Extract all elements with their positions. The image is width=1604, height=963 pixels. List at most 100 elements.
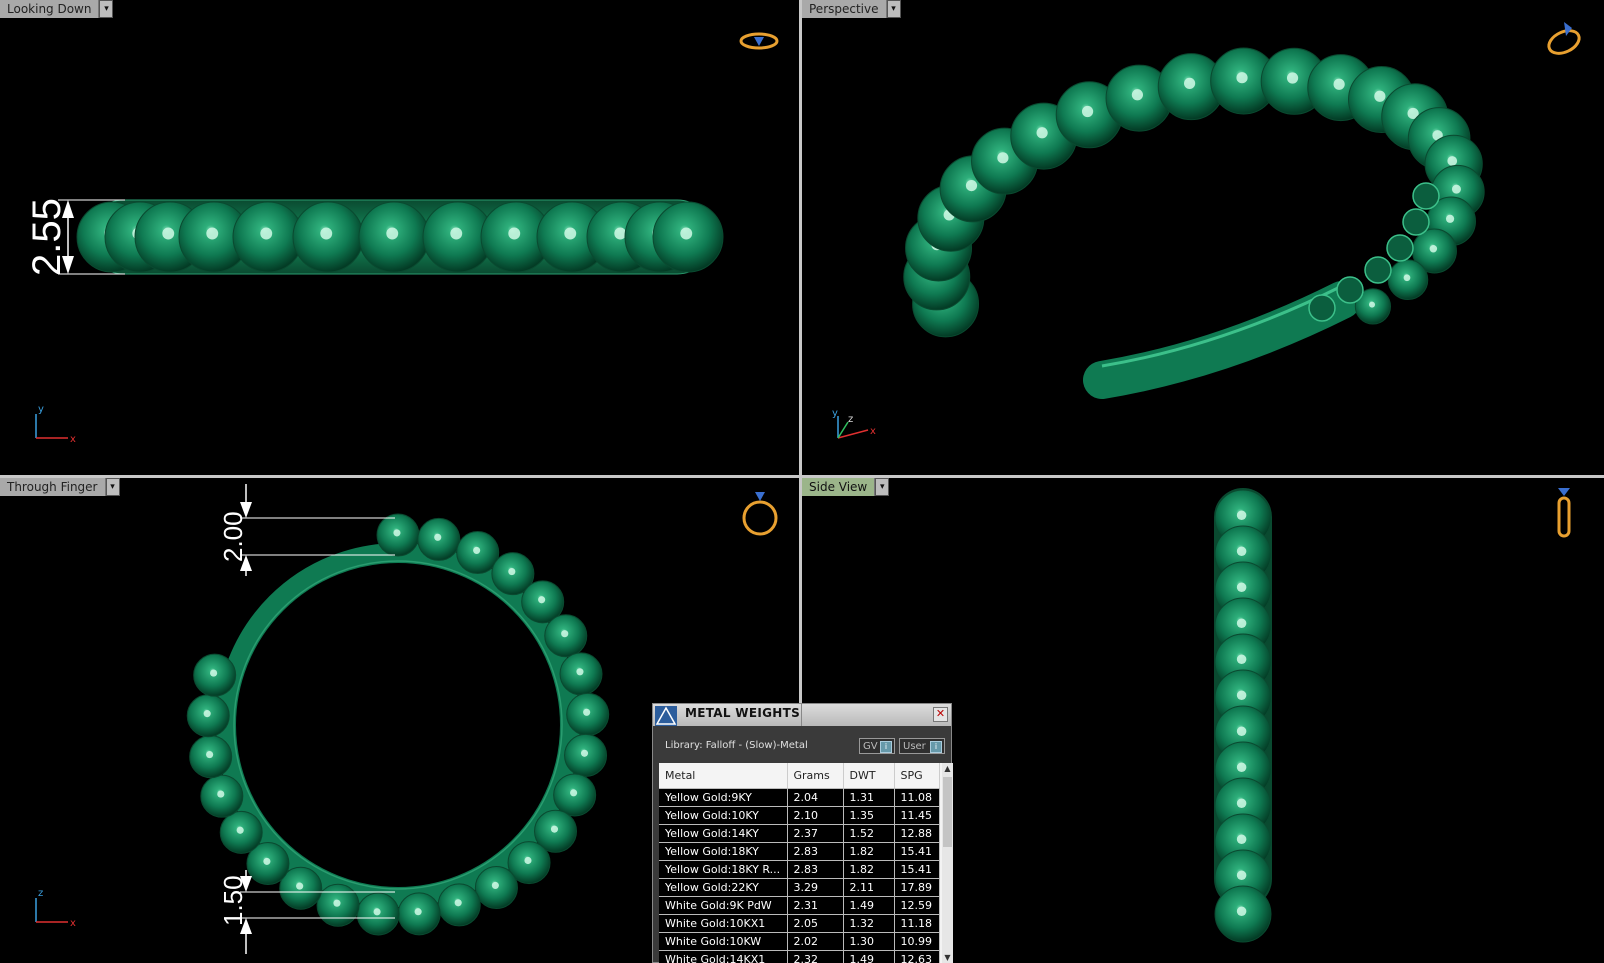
table-row[interactable]: White Gold:9K PdW 2.31 1.49 12.59 — [659, 896, 940, 915]
viewport-label-side-view[interactable]: Side View ▾ — [802, 478, 890, 496]
viewport-label-perspective[interactable]: Perspective ▾ — [802, 0, 901, 18]
scroll-thumb[interactable] — [943, 777, 952, 847]
table-cell: 2.02 — [787, 932, 844, 951]
dropdown-arrow-icon[interactable]: ▾ — [105, 478, 120, 496]
table-cell: 12.88 — [894, 824, 940, 843]
bead-highlight — [550, 825, 559, 833]
close-icon[interactable]: ✕ — [933, 707, 948, 722]
table-row[interactable]: Yellow Gold:18KY R... 2.83 1.82 15.41 — [659, 860, 940, 879]
table-row[interactable]: Yellow Gold:10KY 2.10 1.35 11.45 — [659, 806, 940, 825]
bead-highlight — [1081, 105, 1094, 118]
table-cell: White Gold:14KX1 — [659, 950, 788, 963]
bead-highlight — [570, 789, 578, 797]
table-cell: White Gold:10KW — [659, 932, 788, 951]
bead-highlight — [333, 899, 341, 907]
bead-highlight — [1451, 184, 1461, 194]
column-header[interactable]: Metal — [659, 763, 788, 789]
bead-highlight — [473, 546, 481, 554]
column-header[interactable]: SPG — [894, 763, 940, 789]
table-row[interactable]: Yellow Gold:9KY 2.04 1.31 11.08 — [659, 788, 940, 807]
table-row[interactable]: Yellow Gold:14KY 2.37 1.52 12.88 — [659, 824, 940, 843]
table-row[interactable]: White Gold:10KW 2.02 1.30 10.99 — [659, 932, 940, 951]
table-cell: 2.31 — [787, 896, 844, 915]
axis-gizmo: y x — [35, 404, 76, 444]
panel-titlebar[interactable]: METAL WEIGHTS ✕ — [653, 704, 951, 726]
bead-highlight — [1429, 244, 1438, 253]
setting-hole — [1336, 276, 1364, 304]
titlebar-separator — [801, 704, 802, 726]
table-row[interactable]: Yellow Gold:18KY 2.83 1.82 15.41 — [659, 842, 940, 861]
bead-ring — [903, 47, 1485, 338]
viewport-looking-down[interactable]: 2.55 Looking Down ▾ y x — [0, 0, 800, 475]
bead-highlight — [210, 669, 218, 677]
table-cell: 11.18 — [894, 914, 940, 933]
bead-highlight — [1183, 77, 1196, 89]
ring-orientation-icon[interactable] — [738, 488, 782, 540]
dimension-height: 2.55 — [25, 198, 69, 276]
table-cell: 10.99 — [894, 932, 940, 951]
bead-highlight — [1333, 78, 1345, 90]
user-button[interactable]: User i — [899, 738, 945, 754]
dropdown-arrow-icon[interactable]: ▾ — [99, 0, 114, 18]
table-row[interactable]: White Gold:10KX1 2.05 1.32 11.18 — [659, 914, 940, 933]
axis-gizmo: z x — [35, 888, 76, 928]
table-cell: 1.52 — [843, 824, 895, 843]
ring-orientation-icon[interactable] — [1542, 20, 1586, 56]
table-cell: 11.08 — [894, 788, 940, 807]
table-cell: 15.41 — [894, 860, 940, 879]
table-cell: 1.32 — [843, 914, 895, 933]
bead-highlight — [561, 630, 569, 638]
ring-orientation-icon[interactable] — [1550, 484, 1578, 540]
table-cell: Yellow Gold:18KY R... — [659, 860, 788, 879]
scroll-up-icon[interactable]: ▲ — [942, 763, 953, 774]
ring-orientation-icon[interactable] — [738, 28, 780, 54]
bead-highlight — [373, 908, 381, 916]
bead-highlight — [162, 227, 175, 240]
table-cell: 12.59 — [894, 896, 940, 915]
setting-hole — [1386, 234, 1414, 262]
metal-weights-panel[interactable]: METAL WEIGHTS ✕ Library: Falloff - (Slow… — [652, 703, 953, 963]
viewport-label-looking-down[interactable]: Looking Down ▾ — [0, 0, 114, 18]
setting-hole — [1364, 256, 1392, 284]
bead-highlight — [583, 708, 591, 716]
table-cell: 2.83 — [787, 860, 844, 879]
bead-highlight — [393, 529, 401, 537]
bead-highlight — [1236, 834, 1247, 844]
bead-highlight — [1131, 89, 1144, 101]
dropdown-arrow-icon[interactable]: ▾ — [875, 478, 890, 496]
table-cell: 2.10 — [787, 806, 844, 825]
bead-highlight — [1374, 90, 1386, 102]
bead-highlight — [564, 227, 577, 240]
dropdown-arrow-icon[interactable]: ▾ — [886, 0, 901, 18]
bead-highlight — [1286, 72, 1299, 84]
bead-highlight — [454, 899, 462, 907]
bead-highlight — [538, 596, 546, 604]
table-cell: 2.37 — [787, 824, 844, 843]
table-row[interactable]: White Gold:14KX1 2.32 1.49 12.63 — [659, 950, 940, 963]
bead-highlight — [1236, 510, 1247, 520]
table-cell: 1.49 — [843, 950, 895, 963]
bead-row — [76, 201, 724, 273]
setting-hole — [1308, 294, 1336, 322]
bead-highlight — [1236, 546, 1247, 556]
setting-hole — [1402, 208, 1430, 236]
column-header[interactable]: Grams — [787, 763, 844, 789]
column-header[interactable]: DWT — [843, 763, 895, 789]
bead-highlight — [1236, 618, 1247, 628]
table-row[interactable]: Yellow Gold:22KY 3.29 2.11 17.89 — [659, 878, 940, 897]
bead-highlight — [260, 227, 273, 240]
table-cell: Yellow Gold:22KY — [659, 878, 788, 897]
scroll-down-icon[interactable]: ▼ — [942, 952, 953, 963]
table-cell: 12.63 — [894, 950, 940, 963]
bead-highlight — [1036, 127, 1048, 139]
table-cell: 2.05 — [787, 914, 844, 933]
table-header: Metal Grams DWT SPG — [659, 763, 940, 789]
viewport-divider-horizontal[interactable] — [0, 475, 1604, 478]
metal-weights-table[interactable]: Metal Grams DWT SPG Yellow Gold:9KY 2.04 1.31… — [659, 763, 942, 963]
viewport-perspective[interactable]: Perspective ▾ y z x — [802, 0, 1604, 475]
axis-y-label: y — [38, 404, 44, 415]
table-scrollbar[interactable]: ▲ ▼ — [942, 763, 953, 963]
viewport-label-through-finger[interactable]: Through Finger ▾ — [0, 478, 120, 496]
axis-x-label: x — [870, 426, 876, 437]
gv-button[interactable]: GV i — [859, 738, 895, 754]
